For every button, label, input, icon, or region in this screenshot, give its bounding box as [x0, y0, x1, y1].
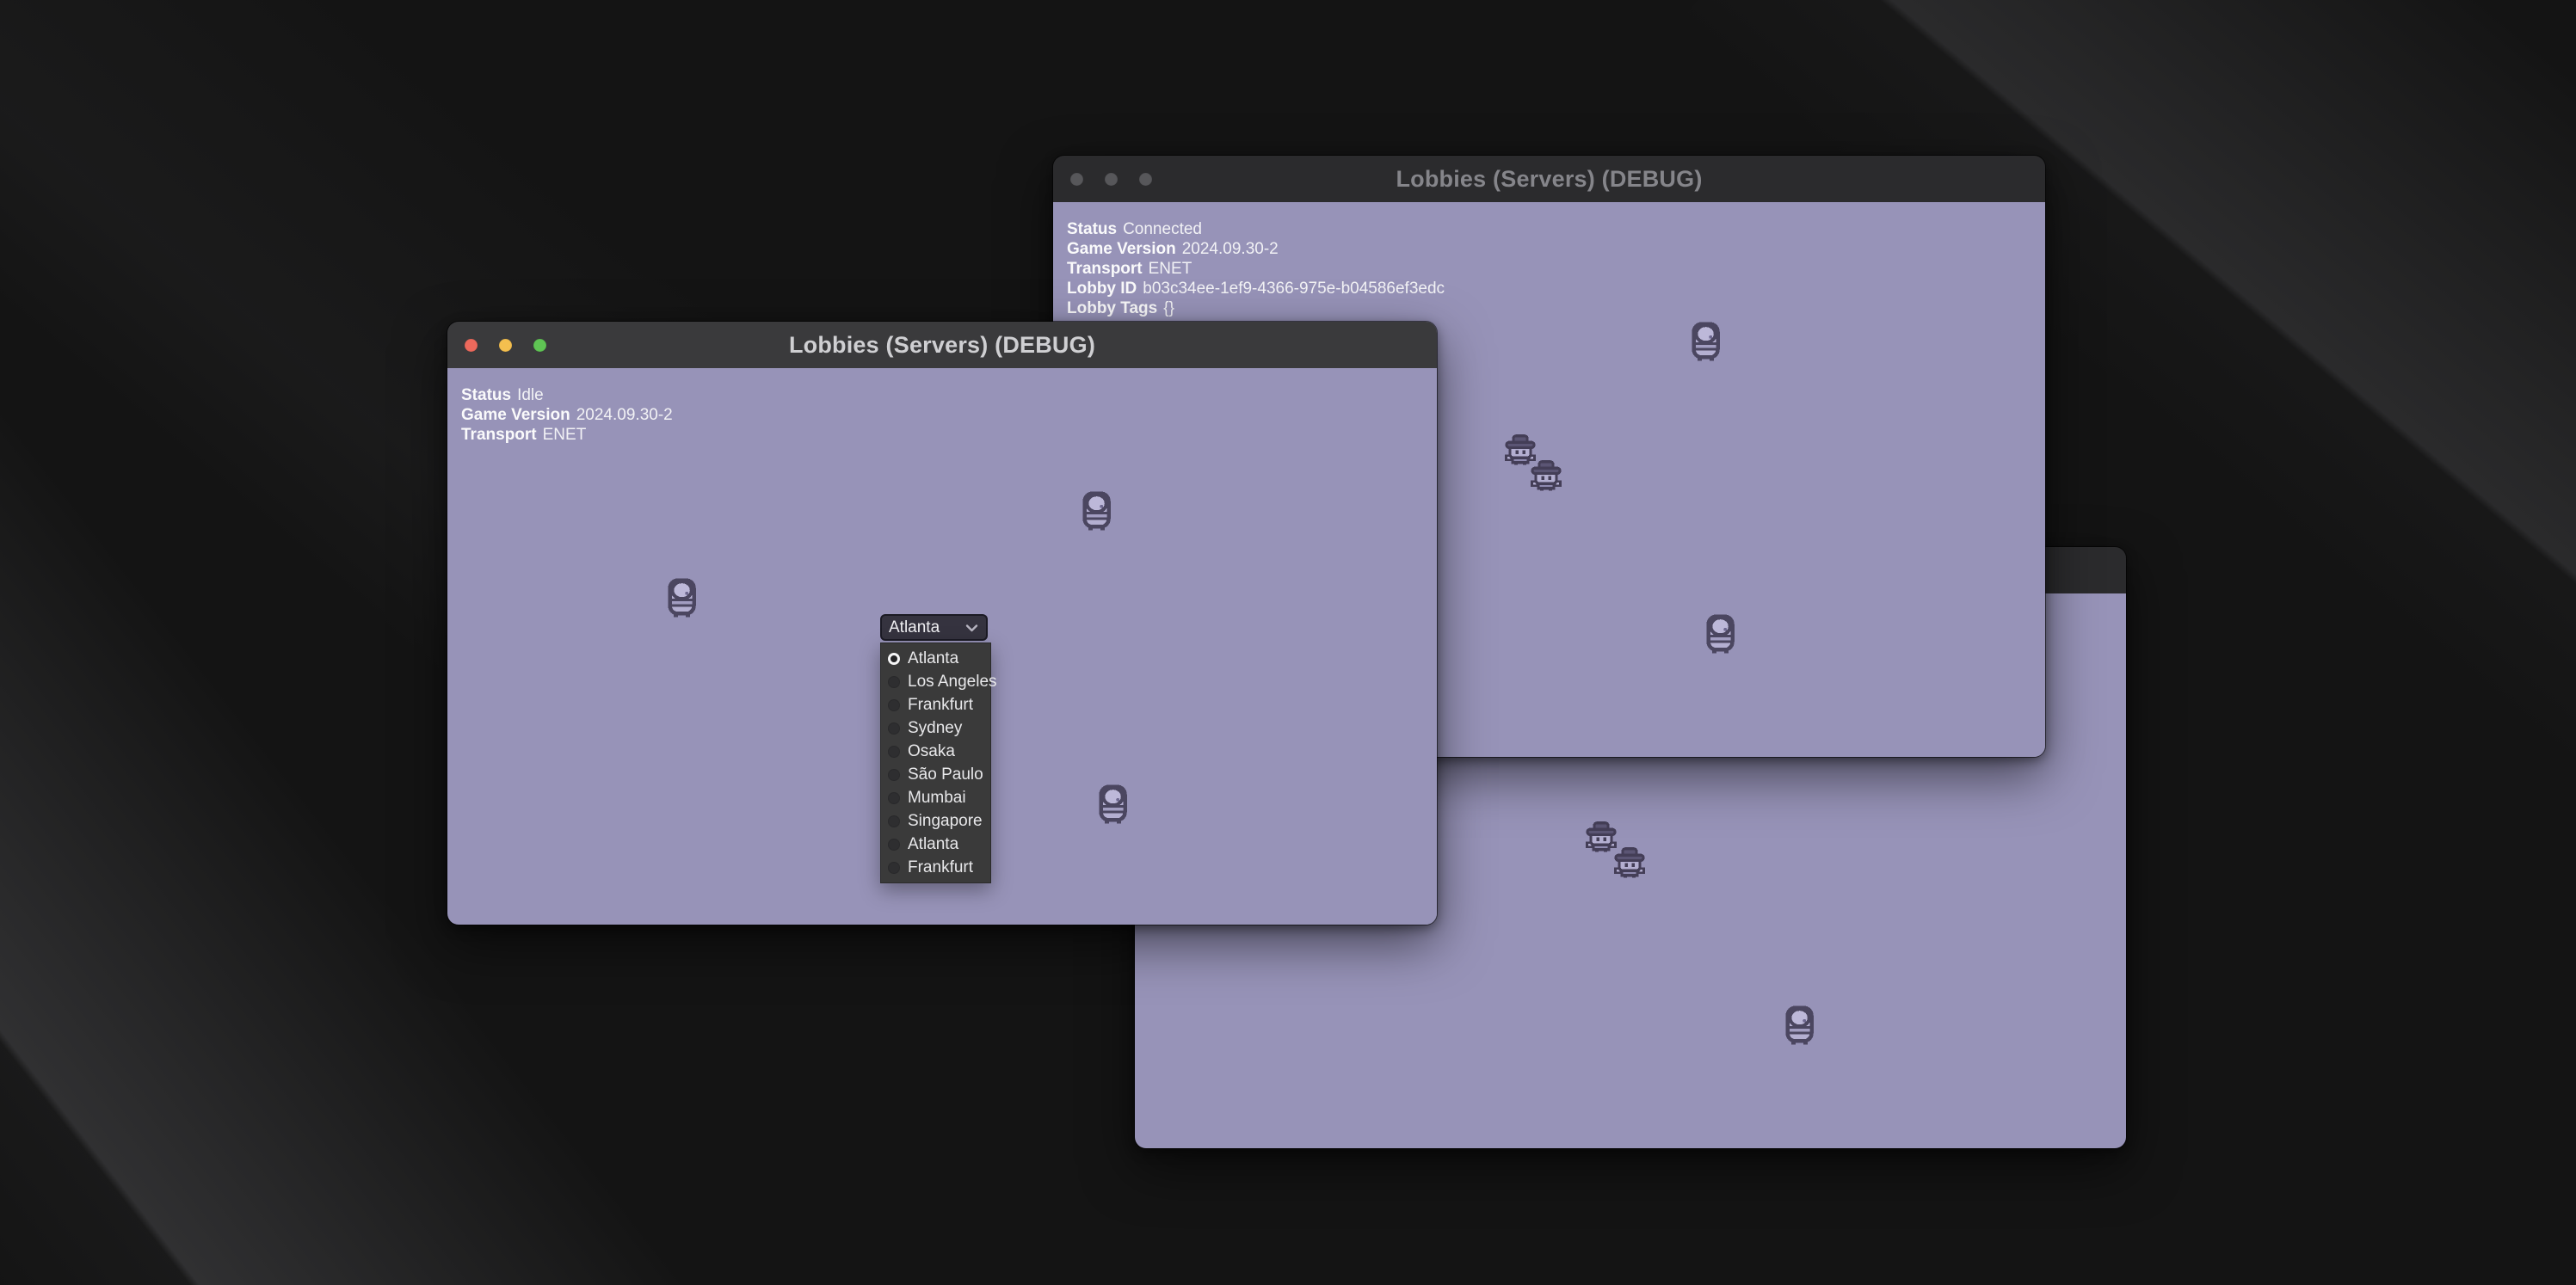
- dropdown-option[interactable]: Singapore: [881, 809, 990, 833]
- dropdown-option[interactable]: Sydney: [881, 716, 990, 740]
- zoom-button[interactable]: [533, 339, 546, 352]
- player-cowboy-sprite: [1530, 460, 1562, 491]
- radio-icon: [888, 862, 900, 874]
- region-dropdown-panel: Atlanta Los Angeles Frankfurt Sydney Osaka Sã…: [880, 642, 991, 883]
- titlebar[interactable]: Lobbies (Servers) (DEBUG): [447, 322, 1437, 368]
- window-lobbies-idle: Lobbies (Servers) (DEBUG) StatusIdleGame…: [447, 322, 1437, 925]
- server-barrel-sprite[interactable]: [1784, 1005, 1815, 1045]
- dropdown-option[interactable]: Los Angeles: [881, 670, 990, 693]
- radio-icon: [888, 722, 900, 735]
- dropdown-option-label: Osaka: [908, 742, 955, 761]
- player-cowboy-sprite: [1613, 847, 1646, 878]
- dropdown-option-label: Sydney: [908, 719, 962, 738]
- close-button[interactable]: [465, 339, 478, 352]
- dropdown-option-label: Singapore: [908, 812, 983, 831]
- radio-icon: [888, 769, 900, 781]
- radio-icon: [888, 839, 900, 851]
- dropdown-option[interactable]: Atlanta: [881, 833, 990, 856]
- traffic-lights: [1053, 173, 1152, 186]
- dropdown-option-label: Los Angeles: [908, 673, 997, 692]
- radio-icon: [888, 815, 900, 827]
- dropdown-option-label: Mumbai: [908, 789, 966, 808]
- window-title: Lobbies (Servers) (DEBUG): [1053, 166, 2045, 193]
- dropdown-option[interactable]: Osaka: [881, 740, 990, 763]
- radio-icon: [888, 699, 900, 711]
- window-title: Lobbies (Servers) (DEBUG): [447, 332, 1437, 359]
- server-barrel-sprite[interactable]: [1082, 490, 1112, 531]
- dropdown-option[interactable]: Atlanta: [881, 647, 990, 670]
- radio-icon: [888, 676, 900, 688]
- radio-icon: [888, 792, 900, 804]
- dropdown-option-label: Atlanta: [908, 649, 958, 668]
- server-barrel-sprite[interactable]: [667, 577, 697, 618]
- titlebar[interactable]: Lobbies (Servers) (DEBUG): [1053, 156, 2045, 202]
- dropdown-option-label: Atlanta: [908, 835, 958, 854]
- dropdown-option[interactable]: Frankfurt: [881, 856, 990, 879]
- radio-selected-icon: [888, 653, 900, 665]
- close-button[interactable]: [1070, 173, 1083, 186]
- server-barrel-sprite[interactable]: [1098, 784, 1128, 824]
- minimize-button[interactable]: [1105, 173, 1118, 186]
- chevron-down-icon: [965, 624, 978, 632]
- desktop-background: Lobbies (Servers) (DEBUG) StatusConnecte…: [0, 0, 2576, 1285]
- dropdown-option-label: São Paulo: [908, 765, 983, 784]
- region-select-value: Atlanta: [889, 618, 940, 637]
- window-body: StatusIdleGame Version2024.09.30-2Transp…: [447, 368, 1437, 925]
- traffic-lights: [447, 339, 546, 352]
- dropdown-option-label: Frankfurt: [908, 696, 973, 715]
- server-barrel-sprite[interactable]: [1691, 321, 1721, 361]
- server-barrel-sprite[interactable]: [1705, 613, 1735, 654]
- radio-icon: [888, 746, 900, 758]
- zoom-button[interactable]: [1139, 173, 1152, 186]
- dropdown-option[interactable]: Mumbai: [881, 786, 990, 809]
- dropdown-option-label: Frankfurt: [908, 858, 973, 877]
- dropdown-option[interactable]: São Paulo: [881, 763, 990, 786]
- region-select[interactable]: Atlanta: [880, 614, 988, 641]
- dropdown-option[interactable]: Frankfurt: [881, 693, 990, 716]
- minimize-button[interactable]: [499, 339, 512, 352]
